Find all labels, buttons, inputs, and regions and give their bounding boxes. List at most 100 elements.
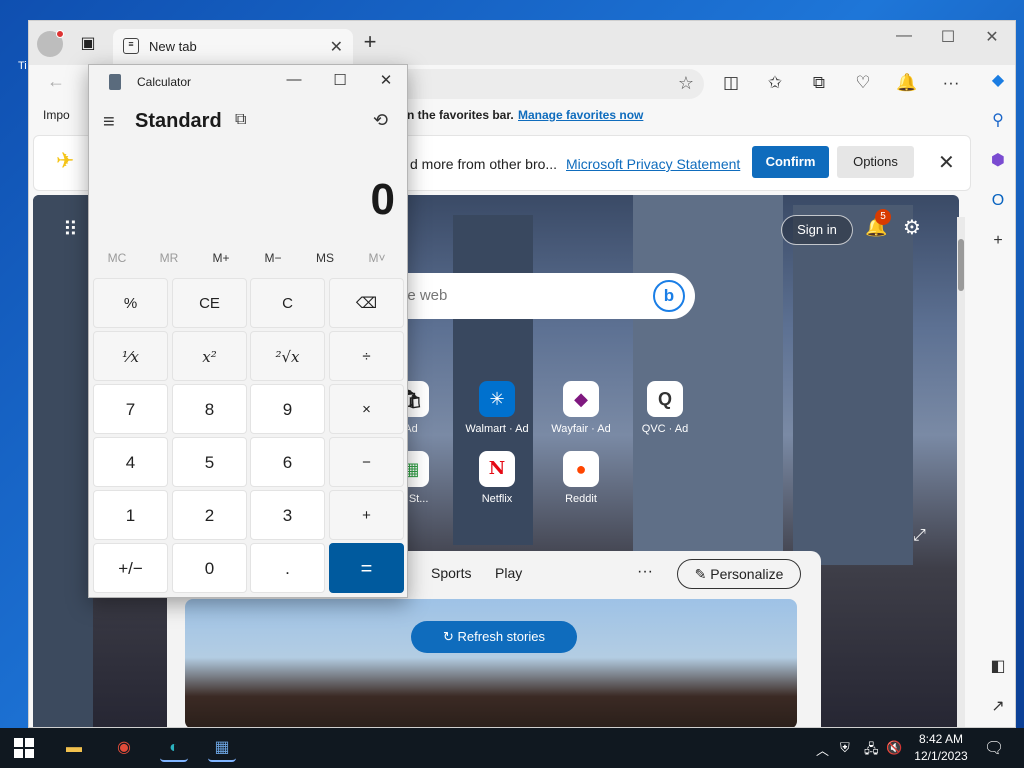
digit-8-button[interactable]: 8 <box>172 384 247 434</box>
calc-maximize-button[interactable]: ☐ <box>325 71 355 89</box>
digit-2-button[interactable]: 2 <box>172 490 247 540</box>
quick-link-reddit[interactable]: ● Reddit <box>541 451 621 505</box>
profile-button[interactable] <box>37 30 64 57</box>
add-sidebar-icon[interactable]: + <box>986 229 1010 253</box>
news-story-image[interactable] <box>185 599 797 727</box>
close-window-button[interactable]: ✕ <box>977 27 1007 47</box>
digit-5-button[interactable]: 5 <box>172 437 247 487</box>
options-button[interactable]: Options <box>837 146 914 178</box>
outlook-icon[interactable]: O <box>986 189 1010 213</box>
clear-button[interactable]: C <box>250 278 325 328</box>
security-icon[interactable]: ⛨ <box>840 740 850 756</box>
clear-entry-button[interactable]: CE <box>172 278 247 328</box>
square-button[interactable]: x² <box>172 331 247 381</box>
desktop-icon-label[interactable]: Ti <box>18 60 27 72</box>
volume-muted-icon[interactable]: 🔇 <box>886 740 902 756</box>
calculator-taskbar-icon[interactable]: ▦ <box>208 734 236 762</box>
calc-close-button[interactable]: ✕ <box>371 71 401 89</box>
expand-icon[interactable]: ⤢ <box>913 527 926 545</box>
scrollbar-thumb[interactable] <box>958 239 964 291</box>
settings-gear-icon[interactable]: ⚙ <box>903 215 921 240</box>
tab-close-button[interactable]: ✕ <box>330 37 343 57</box>
tab-play[interactable]: Play <box>495 565 522 581</box>
confirm-button[interactable]: Confirm <box>752 146 829 178</box>
memory-add-button[interactable]: M+ <box>195 251 247 265</box>
quick-link-qvc[interactable]: Q QVC · Ad <box>625 381 705 435</box>
start-button[interactable] <box>14 738 34 758</box>
tile-label: Walmart · Ad <box>465 423 529 435</box>
memory-subtract-button[interactable]: M− <box>247 251 299 265</box>
percent-button[interactable]: % <box>93 278 168 328</box>
tab-actions-icon[interactable]: ▣ <box>77 33 99 55</box>
digit-0-button[interactable]: 0 <box>172 543 247 593</box>
back-arrow-icon[interactable]: ← <box>47 71 65 92</box>
banner-close-icon[interactable]: ✕ <box>938 150 955 175</box>
collections-icon[interactable]: ⧉ <box>807 71 831 95</box>
search-box[interactable]: he web b <box>393 273 695 319</box>
search-icon[interactable]: ⚲ <box>986 109 1010 133</box>
decimal-button[interactable]: . <box>250 543 325 593</box>
browser-essentials-icon[interactable]: ♡ <box>851 71 875 95</box>
import-favorites-button[interactable]: Impo <box>43 108 70 122</box>
hamburger-menu-icon[interactable]: ≡ <box>103 111 115 134</box>
manage-favorites-link[interactable]: Manage favorites now <box>518 108 643 122</box>
tab-sports[interactable]: Sports <box>431 565 471 581</box>
more-icon[interactable]: ··· <box>637 563 653 581</box>
history-icon[interactable]: ⟲ <box>373 110 388 131</box>
file-explorer-icon[interactable]: ▬ <box>60 734 88 762</box>
reciprocal-button[interactable]: ¹⁄x <box>93 331 168 381</box>
privacy-statement-link[interactable]: Microsoft Privacy Statement <box>566 156 740 172</box>
new-tab-button[interactable]: + <box>359 31 381 53</box>
refresh-stories-button[interactable]: ↻ Refresh stories <box>411 621 577 653</box>
digit-9-button[interactable]: 9 <box>250 384 325 434</box>
bing-chat-icon[interactable]: b <box>653 280 685 312</box>
sign-in-button[interactable]: Sign in <box>781 215 853 245</box>
add-button[interactable]: + <box>329 490 404 540</box>
tab-new-tab[interactable]: ≡ New tab ✕ <box>113 29 353 65</box>
more-options-icon[interactable]: ··· <box>939 71 963 95</box>
subtract-button[interactable]: − <box>329 437 404 487</box>
digit-7-button[interactable]: 7 <box>93 384 168 434</box>
memory-list-button[interactable]: M˅ <box>351 251 403 265</box>
hide-sidebar-icon[interactable]: ◧ <box>986 655 1010 679</box>
show-hidden-icons[interactable]: ︿ <box>816 740 829 759</box>
memory-clear-button[interactable]: MC <box>91 251 143 265</box>
minimize-button[interactable]: — <box>889 27 919 45</box>
quick-link-walmart[interactable]: ✳ Walmart · Ad <box>457 381 537 435</box>
divide-button[interactable]: ÷ <box>329 331 404 381</box>
digit-6-button[interactable]: 6 <box>250 437 325 487</box>
split-screen-icon[interactable]: ◫ <box>719 71 743 95</box>
memory-recall-button[interactable]: MR <box>143 251 195 265</box>
negate-button[interactable]: +/− <box>93 543 168 593</box>
notifications-icon[interactable]: 🔔 <box>895 71 919 95</box>
network-icon[interactable]: 🖧 <box>864 740 879 762</box>
chrome-icon[interactable]: ◉ <box>110 734 138 762</box>
square-root-button[interactable]: ²√x <box>250 331 325 381</box>
favorite-star-icon[interactable]: ☆ <box>678 73 694 94</box>
personalize-button[interactable]: ✎ Personalize <box>677 559 801 589</box>
notification-center-icon[interactable]: 🗨 <box>984 738 1004 758</box>
backspace-button[interactable]: ⌫ <box>329 278 404 328</box>
quick-link-netflix[interactable]: N Netflix <box>457 451 537 505</box>
tools-icon[interactable]: ⬢ <box>986 149 1010 173</box>
copilot-icon[interactable]: ◆ <box>986 69 1010 93</box>
equals-button[interactable]: = <box>329 543 404 593</box>
digit-3-button[interactable]: 3 <box>250 490 325 540</box>
favorites-icon[interactable]: ✩ <box>763 71 787 95</box>
edge-icon[interactable]: ◐ <box>160 734 188 762</box>
address-bar[interactable]: ☆ <box>389 69 704 99</box>
quick-link-wayfair[interactable]: ◆ Wayfair · Ad <box>541 381 621 435</box>
apps-grid-icon[interactable]: ⠿ <box>63 217 78 242</box>
memory-store-button[interactable]: MS <box>299 251 351 265</box>
new-tab-icon: ≡ <box>123 38 139 54</box>
calc-minimize-button[interactable]: — <box>279 71 309 88</box>
digit-1-button[interactable]: 1 <box>93 490 168 540</box>
open-external-icon[interactable]: ↗ <box>986 695 1010 719</box>
maximize-button[interactable]: ☐ <box>933 27 963 47</box>
system-clock[interactable]: 8:42 AM 12/1/2023 <box>910 731 972 765</box>
notification-bell-icon[interactable]: 🔔 5 <box>865 209 891 238</box>
keep-on-top-icon[interactable]: ⧉ <box>235 111 246 129</box>
multiply-button[interactable]: × <box>329 384 404 434</box>
page-scrollbar[interactable] <box>957 217 965 727</box>
digit-4-button[interactable]: 4 <box>93 437 168 487</box>
